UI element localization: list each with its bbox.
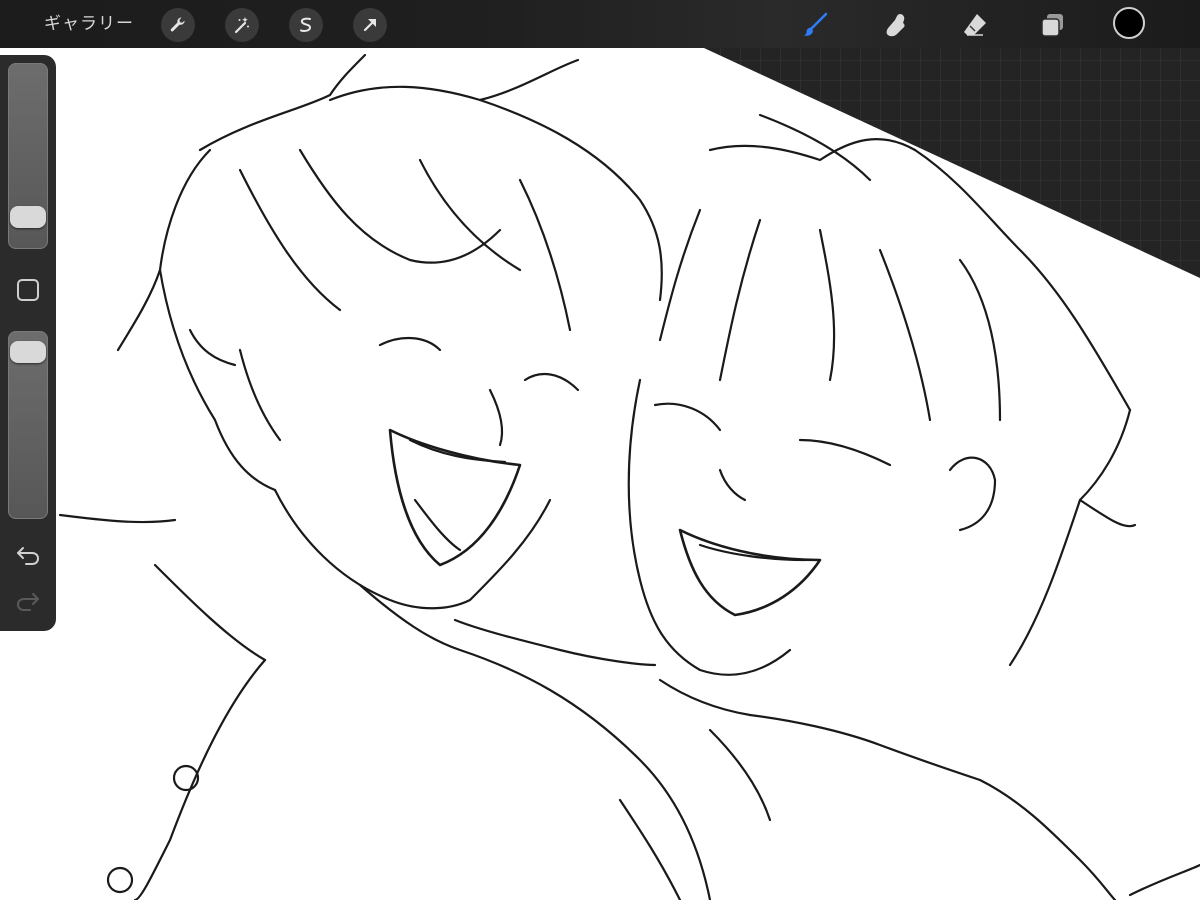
smudge-finger-icon [886,14,905,37]
paint-tool-button[interactable] [799,8,833,42]
left-sidebar [0,55,56,631]
arrow-cursor-icon [363,19,376,32]
undo-button[interactable] [14,543,42,567]
brush-size-thumb[interactable] [10,205,46,228]
modify-button[interactable] [17,279,39,301]
brush-icon [804,12,828,36]
layers-icon [1041,14,1063,37]
transform-button[interactable] [353,8,387,42]
gallery-button[interactable]: ギャラリー [44,12,134,36]
canvas-page [0,48,1200,900]
brush-opacity-slider[interactable] [8,331,48,519]
magic-wand-icon [234,17,249,34]
drawing-canvas[interactable] [0,0,1200,900]
color-picker-button[interactable] [1113,7,1145,39]
brush-size-slider[interactable] [8,63,48,249]
eraser-tool-button[interactable] [958,8,992,42]
top-toolbar: ギャラリー [0,0,1200,48]
smudge-tool-button[interactable] [880,8,914,42]
selection-s-icon [300,17,312,32]
eraser-icon [964,14,986,36]
redo-button[interactable] [14,589,42,613]
layers-button[interactable] [1035,8,1069,42]
brush-opacity-thumb[interactable] [10,341,46,364]
actions-button[interactable] [161,8,195,42]
selection-button[interactable] [289,8,323,42]
redo-icon [16,593,39,611]
undo-icon [17,547,40,565]
wrench-icon [170,17,185,32]
adjustments-button[interactable] [225,8,259,42]
